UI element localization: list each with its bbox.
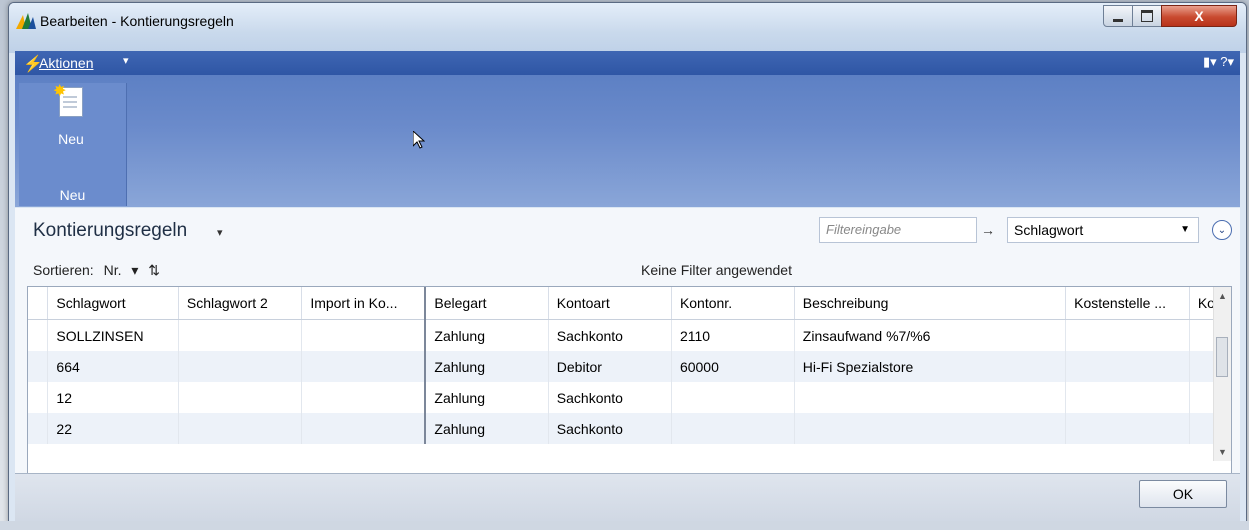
sort-field-caret[interactable]: ▾ <box>131 262 138 278</box>
table-row[interactable]: 664 Zahlung Debitor 60000 Hi-Fi Spezials… <box>28 351 1231 382</box>
row-selector[interactable] <box>28 382 49 413</box>
ribbon-group-label: Neu <box>59 187 86 203</box>
cell[interactable] <box>1065 319 1190 351</box>
cell[interactable]: 60000 <box>671 351 795 382</box>
cell[interactable]: Zahlung <box>424 351 549 382</box>
cell[interactable]: Zahlung <box>424 413 549 444</box>
layout-help-icons[interactable]: ▮▾ ?▾ <box>1203 54 1234 70</box>
cell[interactable] <box>178 413 303 444</box>
column-header[interactable]: Import in Ko... <box>301 287 426 320</box>
cell[interactable]: 22 <box>47 413 179 444</box>
new-button-label: Neu <box>58 131 84 147</box>
cell[interactable] <box>178 319 303 351</box>
cell[interactable]: 12 <box>47 382 179 413</box>
sort-row: Sortieren: Nr. ▾ ⇅ <box>33 262 166 279</box>
grid-header-row: Schlagwort Schlagwort 2 Import in Ko... … <box>28 287 1231 320</box>
cell[interactable]: Zinsaufwand %7/%6 <box>794 319 1067 351</box>
vertical-scrollbar[interactable]: ▲ ▼ <box>1213 287 1231 461</box>
scroll-up-icon[interactable]: ▲ <box>1218 291 1227 301</box>
filter-input[interactable]: Filtereingabe <box>819 217 977 243</box>
chevron-down-circle-icon: ⌄ <box>1217 224 1227 236</box>
table-row[interactable]: SOLLZINSEN Zahlung Sachkonto 2110 Zinsau… <box>28 319 1231 351</box>
ribbon-group-neu: ✸ Neu Neu <box>19 83 127 206</box>
action-bar: ⚡ Aktionen ▾ ▮▾ ?▾ <box>15 51 1240 75</box>
cell[interactable] <box>1065 382 1190 413</box>
column-header[interactable]: Schlagwort <box>47 287 179 320</box>
maximize-icon <box>1141 10 1153 22</box>
cell[interactable] <box>671 413 795 444</box>
cell[interactable]: Sachkonto <box>548 413 672 444</box>
cell[interactable]: Zahlung <box>424 319 549 351</box>
column-header[interactable]: Kontonr. <box>671 287 795 320</box>
sort-label: Sortieren: <box>33 262 94 278</box>
new-button[interactable]: ✸ Neu <box>41 83 101 163</box>
cell[interactable]: SOLLZINSEN <box>47 319 179 351</box>
mouse-cursor-icon <box>413 131 425 149</box>
cell[interactable]: Sachkonto <box>548 382 672 413</box>
grid-table: Schlagwort Schlagwort 2 Import in Ko... … <box>28 287 1231 444</box>
table-row[interactable]: 22 Zahlung Sachkonto <box>28 413 1231 444</box>
column-header[interactable]: Schlagwort 2 <box>178 287 303 320</box>
chevron-down-icon: ▼ <box>1180 224 1190 235</box>
no-filter-status: Keine Filter angewendet <box>641 262 792 278</box>
cell[interactable] <box>178 351 303 382</box>
cell[interactable] <box>301 351 426 382</box>
dynamics-logo-icon <box>16 13 36 29</box>
window-title: Bearbeiten - Kontierungsregeln <box>40 13 234 29</box>
data-grid: Schlagwort Schlagwort 2 Import in Ko... … <box>27 286 1232 494</box>
cell[interactable] <box>178 382 303 413</box>
new-star-icon: ✸ <box>53 83 67 100</box>
row-selector[interactable] <box>28 319 49 351</box>
cell[interactable]: Zahlung <box>424 382 549 413</box>
cell[interactable]: 2110 <box>671 319 795 351</box>
cell[interactable] <box>301 413 426 444</box>
cell[interactable] <box>301 382 426 413</box>
row-selector[interactable] <box>28 351 49 382</box>
column-header[interactable]: Belegart <box>424 287 549 320</box>
column-header[interactable]: Beschreibung <box>794 287 1067 320</box>
row-selector-header <box>28 287 49 320</box>
sort-direction-icon[interactable]: ⇅ <box>148 262 160 278</box>
cell[interactable] <box>671 382 795 413</box>
actions-menu[interactable]: Aktionen <box>39 55 93 71</box>
row-selector[interactable] <box>28 413 49 444</box>
background-app-strip <box>0 521 1249 530</box>
filter-field-select[interactable]: Schlagwort ▼ <box>1007 217 1199 243</box>
cell[interactable] <box>1065 351 1190 382</box>
minimize-button[interactable] <box>1103 5 1133 27</box>
minimize-icon <box>1113 18 1123 22</box>
cell[interactable] <box>1065 413 1190 444</box>
filter-field-value: Schlagwort <box>1014 222 1084 238</box>
list-title[interactable]: Kontierungsregeln <box>33 220 187 242</box>
close-icon: X <box>1194 8 1204 24</box>
cell[interactable]: Hi-Fi Spezialstore <box>794 351 1067 382</box>
scroll-down-icon[interactable]: ▼ <box>1218 447 1227 457</box>
actions-menu-caret[interactable]: ▾ <box>123 54 129 67</box>
maximize-button[interactable] <box>1132 5 1162 27</box>
ribbon: ✸ Neu Neu <box>15 75 1240 207</box>
cell[interactable]: 664 <box>47 351 179 382</box>
cell[interactable]: Debitor <box>548 351 672 382</box>
filter-arrow-icon[interactable]: → <box>981 222 995 238</box>
column-header[interactable]: Kostenstelle ... <box>1065 287 1190 320</box>
close-button[interactable]: X <box>1161 5 1237 27</box>
dialog-window: Bearbeiten - Kontierungsregeln X ⚡ Aktio… <box>8 2 1247 524</box>
dialog-footer: OK <box>15 473 1240 523</box>
cell[interactable] <box>794 382 1067 413</box>
table-row[interactable]: 12 Zahlung Sachkonto <box>28 382 1231 413</box>
vertical-scroll-thumb[interactable] <box>1216 337 1228 377</box>
title-bar: Bearbeiten - Kontierungsregeln X <box>9 3 1246 53</box>
expand-filter-button[interactable]: ⌄ <box>1212 220 1232 240</box>
column-header[interactable]: Kontoart <box>548 287 672 320</box>
cell[interactable] <box>301 319 426 351</box>
cell[interactable] <box>794 413 1067 444</box>
cell[interactable]: Sachkonto <box>548 319 672 351</box>
sort-field-select[interactable]: Nr. <box>104 262 122 278</box>
ok-button[interactable]: OK <box>1139 480 1227 508</box>
list-title-caret[interactable]: ▾ <box>217 226 223 239</box>
